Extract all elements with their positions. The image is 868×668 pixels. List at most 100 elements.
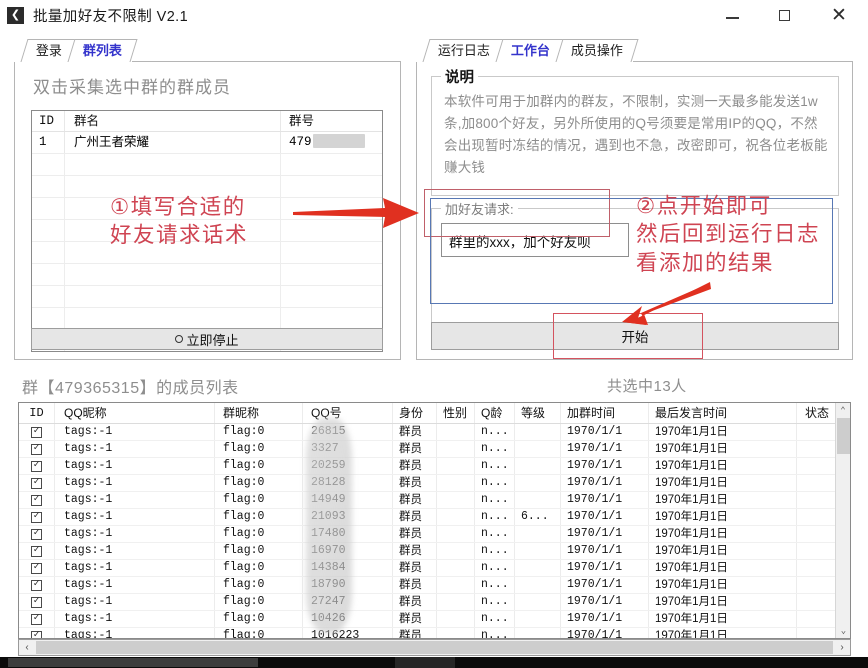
table-row[interactable]: ✓ tags:-1 flag:0 3327 群员 n... 1970/1/1 1970年1月1… bbox=[19, 441, 850, 458]
tab-member-ops[interactable]: 成员操作 bbox=[555, 39, 639, 62]
friend-request-groupbox: 加好友请求: 群里的xxx，加个好友呗 bbox=[431, 199, 839, 340]
member-col-group-nick: 群昵称 bbox=[215, 403, 303, 423]
table-row[interactable]: ✓ tags:-1 flag:0 28128 群员 n... 1970/1/1 1970年1月… bbox=[19, 475, 850, 492]
row-checkbox[interactable]: ✓ bbox=[31, 443, 42, 455]
member-cell-q-age: n... bbox=[475, 611, 515, 627]
table-row[interactable]: ✓ tags:-1 flag:0 17480 群员 n... 1970/1/1 1970年1月… bbox=[19, 526, 850, 543]
member-cell-role: 群员 bbox=[393, 560, 437, 576]
selected-count: 共选中13人 bbox=[607, 378, 687, 395]
member-cell-role: 群员 bbox=[393, 424, 437, 440]
minimize-button[interactable] bbox=[706, 0, 758, 30]
taskbar-item[interactable] bbox=[8, 658, 258, 667]
tab-member-ops-label: 成员操作 bbox=[570, 43, 623, 58]
taskbar-item[interactable] bbox=[395, 657, 455, 668]
member-cell-checkbox[interactable]: ✓ bbox=[19, 458, 55, 474]
member-cell-checkbox[interactable]: ✓ bbox=[19, 577, 55, 593]
description-groupbox: 说明 本软件可用于加群内的群友，不限制，实测一天最多能发送1w条,加800个好友… bbox=[431, 66, 839, 196]
group-table-empty-row[interactable] bbox=[32, 263, 382, 285]
row-checkbox[interactable]: ✓ bbox=[31, 579, 42, 591]
row-checkbox[interactable]: ✓ bbox=[31, 460, 42, 472]
tab-run-log[interactable]: 运行日志 bbox=[422, 39, 505, 62]
member-table-hscrollbar[interactable]: ‹ › bbox=[18, 639, 851, 656]
member-cell-group-nick: flag:0 bbox=[215, 543, 303, 559]
table-row[interactable]: ✓ tags:-1 flag:0 18790 群员 n... 1970/1/1 1970年1月… bbox=[19, 577, 850, 594]
member-cell-qq-number: 26815 bbox=[303, 424, 393, 440]
member-cell-checkbox[interactable]: ✓ bbox=[19, 509, 55, 525]
table-row[interactable]: ✓ tags:-1 flag:0 20259 群员 n... 1970/1/1 1970年1月… bbox=[19, 458, 850, 475]
group-table-empty-row[interactable] bbox=[32, 307, 382, 329]
scroll-up-icon[interactable]: ⌃ bbox=[836, 403, 850, 418]
member-cell-join-time: 1970/1/1 bbox=[561, 577, 649, 593]
member-cell-checkbox[interactable]: ✓ bbox=[19, 526, 55, 542]
member-cell-qq-nick: tags:-1 bbox=[55, 577, 215, 593]
maximize-button[interactable] bbox=[758, 0, 810, 30]
table-row[interactable]: ✓ tags:-1 flag:0 10426 群员 n... 1970/1/1 1970年1月… bbox=[19, 611, 850, 628]
member-col-q-age: Q龄 bbox=[475, 403, 515, 423]
start-button[interactable]: 开始 bbox=[431, 322, 839, 350]
row-checkbox[interactable]: ✓ bbox=[31, 528, 42, 540]
row-checkbox[interactable]: ✓ bbox=[31, 613, 42, 625]
member-table-vscrollbar[interactable]: ⌃ ⌄ bbox=[835, 403, 850, 638]
member-cell-checkbox[interactable]: ✓ bbox=[19, 594, 55, 610]
member-cell-q-age: n... bbox=[475, 441, 515, 457]
friend-request-input[interactable]: 群里的xxx，加个好友呗 bbox=[441, 223, 629, 257]
member-cell-join-time: 1970/1/1 bbox=[561, 492, 649, 508]
table-row[interactable]: ✓ tags:-1 flag:0 14949 群员 n... 1970/1/1 1970年1月… bbox=[19, 492, 850, 509]
group-table-row[interactable]: 1 广州王者荣耀 479 bbox=[32, 132, 382, 153]
tab-run-log-label: 运行日志 bbox=[437, 43, 490, 58]
member-cell-qq-number: 27247 bbox=[303, 594, 393, 610]
row-checkbox[interactable]: ✓ bbox=[31, 477, 42, 489]
table-row[interactable]: ✓ tags:-1 flag:0 16970 群员 n... 1970/1/1 1970年1月… bbox=[19, 543, 850, 560]
hscroll-thumb[interactable] bbox=[36, 641, 833, 654]
stop-now-button[interactable]: 立即停止 bbox=[31, 328, 383, 350]
tab-workbench[interactable]: 工作台 bbox=[495, 39, 565, 62]
member-cell-qq-nick: tags:-1 bbox=[55, 628, 215, 638]
member-cell-checkbox[interactable]: ✓ bbox=[19, 424, 55, 440]
vscroll-thumb[interactable] bbox=[837, 418, 850, 454]
row-checkbox[interactable]: ✓ bbox=[31, 494, 42, 506]
member-cell-qq-number: 18790 bbox=[303, 577, 393, 593]
tab-group-list[interactable]: 群列表 bbox=[67, 39, 138, 62]
member-cell-qq-number: 21093 bbox=[303, 509, 393, 525]
member-cell-level bbox=[515, 560, 561, 576]
group-table-empty-row[interactable] bbox=[32, 175, 382, 197]
table-row[interactable]: ✓ tags:-1 flag:0 14384 群员 n... 1970/1/1 1970年1月… bbox=[19, 560, 850, 577]
group-table-empty-row[interactable] bbox=[32, 219, 382, 241]
group-col-id: ID bbox=[32, 111, 65, 131]
member-col-id: ID bbox=[19, 403, 55, 423]
window-controls: ✕ bbox=[706, 0, 868, 30]
row-checkbox[interactable]: ✓ bbox=[31, 596, 42, 608]
group-table-empty-row[interactable] bbox=[32, 197, 382, 219]
group-table[interactable]: ID 群名 群号 1 广州王者荣耀 479 bbox=[31, 110, 383, 352]
tab-group-list-label: 群列表 bbox=[82, 43, 122, 58]
table-row[interactable]: ✓ tags:-1 flag:0 21093 群员 n... 6... 1970/1/1 197… bbox=[19, 509, 850, 526]
row-checkbox[interactable]: ✓ bbox=[31, 630, 42, 638]
table-row[interactable]: ✓ tags:-1 flag:0 26815 群员 n... 1970/1/1 1970年1月… bbox=[19, 424, 850, 441]
member-cell-checkbox[interactable]: ✓ bbox=[19, 560, 55, 576]
member-cell-group-nick: flag:0 bbox=[215, 475, 303, 491]
row-checkbox[interactable]: ✓ bbox=[31, 511, 42, 523]
row-checkbox[interactable]: ✓ bbox=[31, 426, 42, 438]
scroll-right-icon[interactable]: › bbox=[834, 642, 850, 653]
group-table-empty-row[interactable] bbox=[32, 241, 382, 263]
member-cell-last-speak: 1970年1月1日 bbox=[649, 509, 797, 525]
member-cell-checkbox[interactable]: ✓ bbox=[19, 492, 55, 508]
member-table[interactable]: ID QQ昵称 群昵称 QQ号 身份 性别 Q龄 等级 加群时间 最后发言时间 … bbox=[18, 402, 851, 639]
close-button[interactable]: ✕ bbox=[810, 0, 868, 30]
table-row[interactable]: ✓ tags:-1 flag:0 1016223 群员 n... 1970/1/1 1970年… bbox=[19, 628, 850, 638]
scroll-down-icon[interactable]: ⌄ bbox=[836, 623, 850, 638]
group-table-empty-row[interactable] bbox=[32, 285, 382, 307]
member-cell-checkbox[interactable]: ✓ bbox=[19, 475, 55, 491]
row-checkbox[interactable]: ✓ bbox=[31, 562, 42, 574]
member-cell-checkbox[interactable]: ✓ bbox=[19, 628, 55, 638]
window-title: 批量加好友不限制 V2.1 bbox=[33, 8, 189, 25]
member-cell-checkbox[interactable]: ✓ bbox=[19, 543, 55, 559]
row-checkbox[interactable]: ✓ bbox=[31, 545, 42, 557]
member-cell-checkbox[interactable]: ✓ bbox=[19, 441, 55, 457]
member-cell-checkbox[interactable]: ✓ bbox=[19, 611, 55, 627]
member-cell-level bbox=[515, 441, 561, 457]
scroll-left-icon[interactable]: ‹ bbox=[19, 642, 35, 653]
member-cell-group-nick: flag:0 bbox=[215, 560, 303, 576]
group-table-empty-row[interactable] bbox=[32, 153, 382, 175]
table-row[interactable]: ✓ tags:-1 flag:0 27247 群员 n... 1970/1/1 1970年1月… bbox=[19, 594, 850, 611]
